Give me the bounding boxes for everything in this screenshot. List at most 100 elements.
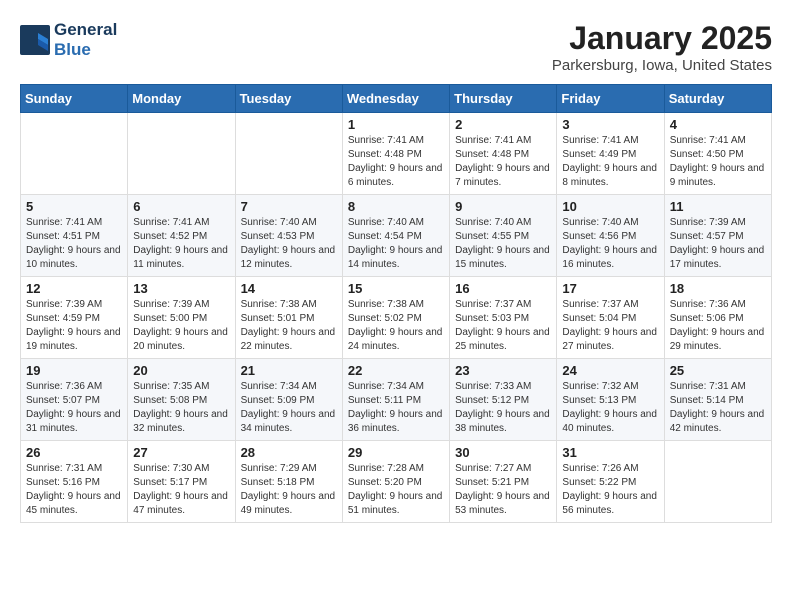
calendar-day-header: Friday (557, 85, 664, 113)
day-number: 8 (348, 199, 444, 214)
day-info: Sunrise: 7:28 AM Sunset: 5:20 PM Dayligh… (348, 462, 444, 518)
day-number: 18 (670, 281, 766, 296)
day-number: 3 (562, 117, 658, 132)
calendar-cell: 1 Sunrise: 7:41 AM Sunset: 4:48 PM Daylig… (342, 113, 449, 195)
day-number: 25 (670, 363, 766, 378)
calendar-cell: 10 Sunrise: 7:40 AM Sunset: 4:56 PM Dayli… (557, 195, 664, 277)
calendar-cell: 3 Sunrise: 7:41 AM Sunset: 4:49 PM Daylig… (557, 113, 664, 195)
day-number: 7 (241, 199, 337, 214)
day-number: 4 (670, 117, 766, 132)
day-number: 26 (26, 445, 122, 460)
calendar-day-header: Thursday (450, 85, 557, 113)
day-number: 6 (133, 199, 229, 214)
calendar-cell: 24Sunrise: 7:32 AM Sunset: 5:13 PM Dayli… (557, 359, 664, 441)
calendar-cell: 19Sunrise: 7:36 AM Sunset: 5:07 PM Dayli… (21, 359, 128, 441)
day-info: Sunrise: 7:30 AM Sunset: 5:17 PM Dayligh… (133, 462, 229, 518)
calendar-day-header: Monday (128, 85, 235, 113)
day-info: Sunrise: 7:27 AM Sunset: 5:21 PM Dayligh… (455, 462, 551, 518)
calendar-cell: 20 Sunrise: 7:35 AM Sunset: 5:08 PM Dayli… (128, 359, 235, 441)
calendar-cell: 29 Sunrise: 7:28 AM Sunset: 5:20 PM Dayli… (342, 441, 449, 523)
calendar-cell: 12 Sunrise: 7:39 AM Sunset: 4:59 PM Dayli… (21, 277, 128, 359)
day-info: Sunrise: 7:31 AM Sunset: 5:16 PM Dayligh… (26, 462, 122, 518)
day-number: 29 (348, 445, 444, 460)
calendar-cell: 4 Sunrise: 7:41 AM Sunset: 4:50 PM Daylig… (664, 113, 771, 195)
calendar-cell: 13 Sunrise: 7:39 AM Sunset: 5:00 PM Dayli… (128, 277, 235, 359)
calendar-day-header: Tuesday (235, 85, 342, 113)
calendar-cell: 16 Sunrise: 7:37 AM Sunset: 5:03 PM Dayli… (450, 277, 557, 359)
day-info: Sunrise: 7:41 AM Sunset: 4:48 PM Dayligh… (348, 134, 444, 190)
calendar-cell: 31 Sunrise: 7:26 AM Sunset: 5:22 PM Dayli… (557, 441, 664, 523)
day-number: 23 (455, 363, 551, 378)
calendar-cell (235, 113, 342, 195)
calendar-cell: 7 Sunrise: 7:40 AM Sunset: 4:53 PM Daylig… (235, 195, 342, 277)
calendar-cell: 6 Sunrise: 7:41 AM Sunset: 4:52 PM Daylig… (128, 195, 235, 277)
day-number: 19 (26, 363, 122, 378)
day-info: Sunrise: 7:41 AM Sunset: 4:52 PM Dayligh… (133, 216, 229, 272)
location: Parkersburg, Iowa, United States (552, 57, 772, 74)
day-info: Sunrise: 7:36 AM Sunset: 5:06 PM Dayligh… (670, 298, 766, 354)
day-number: 27 (133, 445, 229, 460)
day-number: 11 (670, 199, 766, 214)
calendar-day-header: Sunday (21, 85, 128, 113)
day-number: 17 (562, 281, 658, 296)
day-info: Sunrise: 7:40 AM Sunset: 4:56 PM Dayligh… (562, 216, 658, 272)
calendar-week-row: 26 Sunrise: 7:31 AM Sunset: 5:16 PM Dayli… (21, 441, 772, 523)
day-info: Sunrise: 7:26 AM Sunset: 5:22 PM Dayligh… (562, 462, 658, 518)
calendar-cell: 8 Sunrise: 7:40 AM Sunset: 4:54 PM Daylig… (342, 195, 449, 277)
day-info: Sunrise: 7:41 AM Sunset: 4:50 PM Dayligh… (670, 134, 766, 190)
logo-icon (20, 25, 50, 55)
day-number: 16 (455, 281, 551, 296)
calendar-cell: 27 Sunrise: 7:30 AM Sunset: 5:17 PM Dayli… (128, 441, 235, 523)
calendar-cell: 26 Sunrise: 7:31 AM Sunset: 5:16 PM Dayli… (21, 441, 128, 523)
calendar-day-header: Saturday (664, 85, 771, 113)
calendar-day-header: Wednesday (342, 85, 449, 113)
calendar-cell: 11 Sunrise: 7:39 AM Sunset: 4:57 PM Dayli… (664, 195, 771, 277)
calendar-cell: 18 Sunrise: 7:36 AM Sunset: 5:06 PM Dayli… (664, 277, 771, 359)
day-number: 31 (562, 445, 658, 460)
day-number: 24 (562, 363, 658, 378)
calendar-cell: 23 Sunrise: 7:33 AM Sunset: 5:12 PM Dayli… (450, 359, 557, 441)
calendar-cell: 22Sunrise: 7:34 AM Sunset: 5:11 PM Dayli… (342, 359, 449, 441)
calendar-cell: 30 Sunrise: 7:27 AM Sunset: 5:21 PM Dayli… (450, 441, 557, 523)
day-number: 9 (455, 199, 551, 214)
calendar-cell: 17 Sunrise: 7:37 AM Sunset: 5:04 PM Dayli… (557, 277, 664, 359)
day-number: 12 (26, 281, 122, 296)
day-info: Sunrise: 7:38 AM Sunset: 5:01 PM Dayligh… (241, 298, 337, 354)
day-number: 1 (348, 117, 444, 132)
day-number: 21 (241, 363, 337, 378)
day-info: Sunrise: 7:39 AM Sunset: 4:57 PM Dayligh… (670, 216, 766, 272)
day-number: 13 (133, 281, 229, 296)
day-info: Sunrise: 7:33 AM Sunset: 5:12 PM Dayligh… (455, 380, 551, 436)
calendar-week-row: 1 Sunrise: 7:41 AM Sunset: 4:48 PM Daylig… (21, 113, 772, 195)
day-info: Sunrise: 7:41 AM Sunset: 4:49 PM Dayligh… (562, 134, 658, 190)
day-number: 10 (562, 199, 658, 214)
day-info: Sunrise: 7:31 AM Sunset: 5:14 PM Dayligh… (670, 380, 766, 436)
day-number: 30 (455, 445, 551, 460)
day-info: Sunrise: 7:40 AM Sunset: 4:54 PM Dayligh… (348, 216, 444, 272)
calendar-cell: 5 Sunrise: 7:41 AM Sunset: 4:51 PM Daylig… (21, 195, 128, 277)
day-info: Sunrise: 7:37 AM Sunset: 5:03 PM Dayligh… (455, 298, 551, 354)
calendar-cell: 15Sunrise: 7:38 AM Sunset: 5:02 PM Dayli… (342, 277, 449, 359)
day-info: Sunrise: 7:41 AM Sunset: 4:51 PM Dayligh… (26, 216, 122, 272)
day-info: Sunrise: 7:39 AM Sunset: 5:00 PM Dayligh… (133, 298, 229, 354)
day-info: Sunrise: 7:40 AM Sunset: 4:53 PM Dayligh… (241, 216, 337, 272)
day-number: 14 (241, 281, 337, 296)
calendar-cell (21, 113, 128, 195)
calendar-cell: 2Sunrise: 7:41 AM Sunset: 4:48 PM Daylig… (450, 113, 557, 195)
month-title: January 2025 (552, 20, 772, 57)
day-info: Sunrise: 7:34 AM Sunset: 5:09 PM Dayligh… (241, 380, 337, 436)
day-info: Sunrise: 7:35 AM Sunset: 5:08 PM Dayligh… (133, 380, 229, 436)
day-info: Sunrise: 7:29 AM Sunset: 5:18 PM Dayligh… (241, 462, 337, 518)
day-number: 20 (133, 363, 229, 378)
day-info: Sunrise: 7:40 AM Sunset: 4:55 PM Dayligh… (455, 216, 551, 272)
logo: General Blue (20, 20, 117, 59)
day-info: Sunrise: 7:39 AM Sunset: 4:59 PM Dayligh… (26, 298, 122, 354)
calendar-cell: 14 Sunrise: 7:38 AM Sunset: 5:01 PM Dayli… (235, 277, 342, 359)
calendar-week-row: 5 Sunrise: 7:41 AM Sunset: 4:51 PM Daylig… (21, 195, 772, 277)
day-number: 2 (455, 117, 551, 132)
day-info: Sunrise: 7:34 AM Sunset: 5:11 PM Dayligh… (348, 380, 444, 436)
day-info: Sunrise: 7:37 AM Sunset: 5:04 PM Dayligh… (562, 298, 658, 354)
title-block: January 2025 Parkersburg, Iowa, United S… (552, 20, 772, 74)
logo-text: General Blue (54, 20, 117, 59)
day-number: 5 (26, 199, 122, 214)
